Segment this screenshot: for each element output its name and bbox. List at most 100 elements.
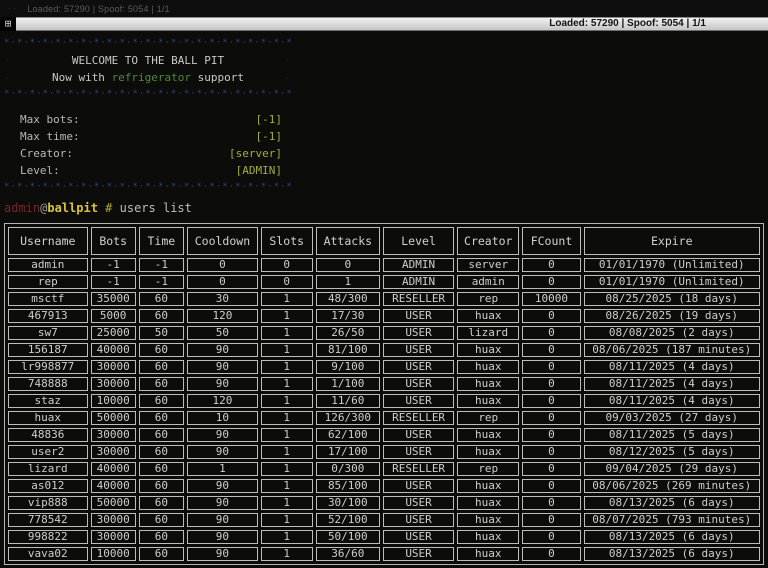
column-header-slots: Slots <box>261 227 313 255</box>
table-row: lr99887730000609019/100USERhuax008/11/20… <box>8 360 760 374</box>
cell-slots: 1 <box>261 360 313 374</box>
cell-slots: 1 <box>261 326 313 340</box>
cell-attacks: 11/60 <box>316 394 381 408</box>
table-row: 778542300006090152/100USERhuax008/07/202… <box>8 513 760 527</box>
cell-expire: 08/06/2025 (269 minutes) <box>584 479 760 493</box>
table-row: 156187400006090181/100USERhuax008/06/202… <box>8 343 760 357</box>
cell-level: USER <box>383 479 454 493</box>
terminal-titlebar[interactable]: ⊞ Loaded: 57290 | Spoof: 5054 | 1/1 <box>0 17 768 31</box>
shell-prompt[interactable]: admin@ballpit # users list <box>4 199 768 217</box>
cell-username: as012 <box>8 479 88 493</box>
welcome-banner: *·*·*·*·*·*·*·*·*·*·*·*·*·*·*·*·*·*·*·*·… <box>4 35 292 196</box>
cell-level: RESELLER <box>383 462 454 476</box>
cell-level: RESELLER <box>383 411 454 425</box>
cell-username: vip888 <box>8 496 88 510</box>
table-row: as012400006090185/100USERhuax008/06/2025… <box>8 479 760 493</box>
cell-fcount: 0 <box>522 258 580 272</box>
cell-level: USER <box>383 445 454 459</box>
banner-title-line: · WELCOME TO THE BALL PIT · <box>4 52 292 69</box>
column-header-creator: Creator <box>457 227 519 255</box>
cell-level: USER <box>383 394 454 408</box>
cell-attacks: 30/100 <box>316 496 381 510</box>
cell-bots: 35000 <box>91 292 136 306</box>
cell-time: 60 <box>139 445 184 459</box>
cell-fcount: 0 <box>522 394 580 408</box>
cell-username: admin <box>8 258 88 272</box>
cell-creator: server <box>457 258 519 272</box>
cell-slots: 1 <box>261 394 313 408</box>
cell-level: USER <box>383 496 454 510</box>
banner-edge-dot: · <box>284 69 292 86</box>
cell-fcount: 0 <box>522 547 580 561</box>
cell-expire: 08/07/2025 (793 minutes) <box>584 513 760 527</box>
cell-bots: 30000 <box>91 428 136 442</box>
cell-username: staz <box>8 394 88 408</box>
cell-cooldown: 120 <box>187 309 258 323</box>
column-header-cooldown: Cooldown <box>187 227 258 255</box>
cell-username: sw7 <box>8 326 88 340</box>
cell-cooldown: 30 <box>187 292 258 306</box>
column-header-fcount: FCount <box>522 227 580 255</box>
cell-creator: huax <box>457 343 519 357</box>
table-row: huax5000060101126/300RESELLERrep009/03/2… <box>8 411 760 425</box>
users-table-header-row: UsernameBotsTimeCooldownSlotsAttacksLeve… <box>8 227 760 255</box>
cell-expire: 01/01/1970 (Unlimited) <box>584 258 760 272</box>
banner-info-row: Creator:[server] <box>4 145 292 162</box>
cell-cooldown: 10 <box>187 411 258 425</box>
cell-creator: huax <box>457 530 519 544</box>
cell-username: huax <box>8 411 88 425</box>
cell-attacks: 62/100 <box>316 428 381 442</box>
cell-level: USER <box>383 360 454 374</box>
cell-expire: 08/26/2025 (19 days) <box>584 309 760 323</box>
cell-time: -1 <box>139 258 184 272</box>
window-titlebar[interactable]: ·· Loaded: 57290 | Spoof: 5054 | 1/1 <box>0 0 768 17</box>
table-row: user2300006090117/100USERhuax008/12/2025… <box>8 445 760 459</box>
cell-fcount: 0 <box>522 326 580 340</box>
cell-username: msctf <box>8 292 88 306</box>
cell-username: lizard <box>8 462 88 476</box>
table-row: admin-1-1000ADMINserver001/01/1970 (Unli… <box>8 258 760 272</box>
loaded-spoof-status: Loaded: 57290 | Spoof: 5054 | 1/1 <box>549 18 706 30</box>
cell-bots: -1 <box>91 275 136 289</box>
cell-slots: 1 <box>261 530 313 544</box>
cell-expire: 08/12/2025 (5 days) <box>584 445 760 459</box>
cell-cooldown: 90 <box>187 496 258 510</box>
terminal-titlebar-bar[interactable]: Loaded: 57290 | Spoof: 5054 | 1/1 <box>16 17 768 31</box>
table-row: vava02100006090136/60USERhuax008/13/2025… <box>8 547 760 561</box>
table-row: 467913500060120117/30USERhuax008/26/2025… <box>8 309 760 323</box>
banner-info-row: Max time:[-1] <box>4 128 292 145</box>
banner-info-value: [-1] <box>256 128 293 145</box>
cell-time: 60 <box>139 394 184 408</box>
cell-creator: huax <box>457 309 519 323</box>
cell-fcount: 0 <box>522 428 580 442</box>
window-title: Loaded: 57290 | Spoof: 5054 | 1/1 <box>27 4 169 14</box>
cell-fcount: 0 <box>522 360 580 374</box>
cell-fcount: 0 <box>522 309 580 323</box>
cell-attacks: 85/100 <box>316 479 381 493</box>
cell-bots: 30000 <box>91 513 136 527</box>
cell-slots: 0 <box>261 275 313 289</box>
cell-attacks: 0 <box>316 258 381 272</box>
cell-attacks: 1 <box>316 275 381 289</box>
banner-info-label: Max time: <box>4 128 256 145</box>
banner-subtitle-highlight: refrigerator <box>112 71 191 84</box>
cell-creator: lizard <box>457 326 519 340</box>
column-header-attacks: Attacks <box>316 227 381 255</box>
banner-info-value: [-1] <box>256 111 293 128</box>
banner-title: WELCOME TO THE BALL PIT <box>12 52 284 69</box>
cell-expire: 01/01/1970 (Unlimited) <box>584 275 760 289</box>
cell-username: vava02 <box>8 547 88 561</box>
cell-level: USER <box>383 530 454 544</box>
cell-username: 778542 <box>8 513 88 527</box>
cell-cooldown: 90 <box>187 343 258 357</box>
cell-level: USER <box>383 547 454 561</box>
cell-expire: 08/13/2025 (6 days) <box>584 530 760 544</box>
cell-expire: 08/25/2025 (18 days) <box>584 292 760 306</box>
banner-info-row: Level:[ADMIN] <box>4 162 292 179</box>
cell-fcount: 10000 <box>522 292 580 306</box>
users-table: UsernameBotsTimeCooldownSlotsAttacksLeve… <box>4 223 764 565</box>
window-grid-icon: ⊞ <box>0 17 16 31</box>
terminal-body[interactable]: *·*·*·*·*·*·*·*·*·*·*·*·*·*·*·*·*·*·*·*·… <box>0 31 768 568</box>
cell-cooldown: 90 <box>187 445 258 459</box>
cell-slots: 1 <box>261 496 313 510</box>
